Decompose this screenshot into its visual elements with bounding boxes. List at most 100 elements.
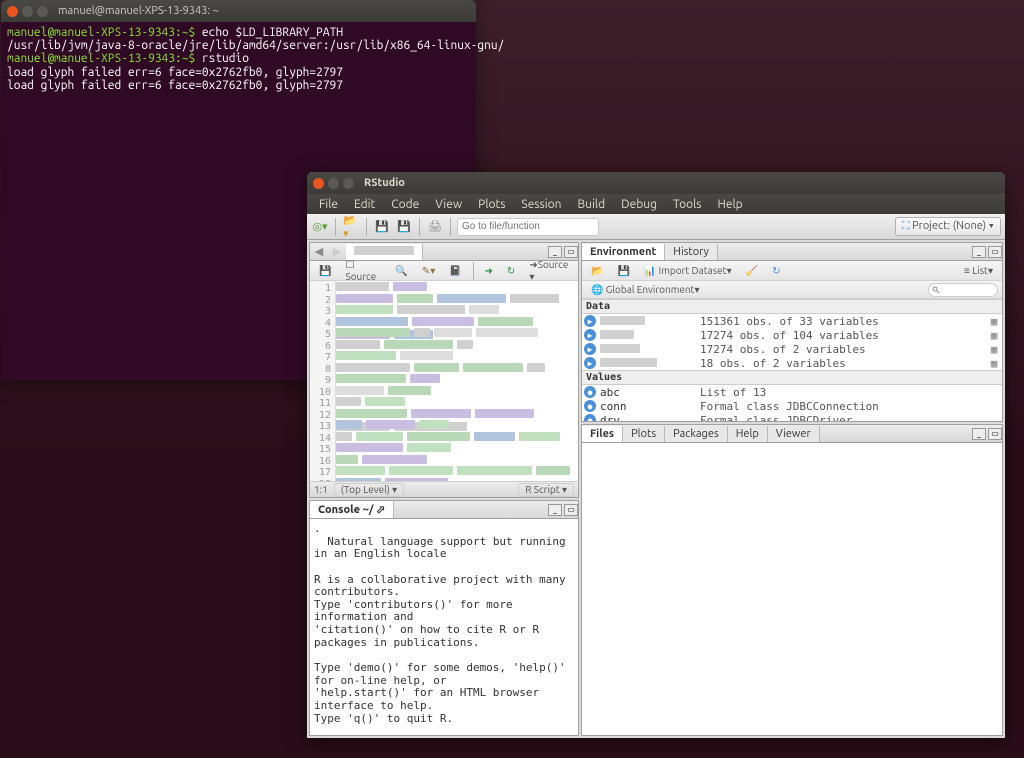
- env-search-input[interactable]: [928, 283, 998, 297]
- menu-code[interactable]: Code: [383, 198, 427, 211]
- menu-help[interactable]: Help: [709, 198, 750, 211]
- console-pane: Console ~/ ⬀ _ ▭ . Natural language supp…: [309, 500, 579, 736]
- list-view-toggle[interactable]: ≡ List▾: [959, 263, 998, 279]
- separator: [366, 218, 367, 236]
- rstudio-title: RStudio: [364, 177, 405, 189]
- rerun-icon[interactable]: ↻: [502, 263, 520, 279]
- print-icon[interactable]: 🖨: [426, 218, 444, 236]
- grid-icon[interactable]: ▦: [988, 357, 1000, 370]
- maximize-pane-icon[interactable]: ▭: [988, 428, 1002, 440]
- terminal-body[interactable]: manuel@manuel-XPS-13-9343:~$ echo $LD_LI…: [1, 22, 476, 96]
- menu-build[interactable]: Build: [570, 198, 614, 211]
- env-section-data: Data: [582, 299, 1002, 314]
- scope-selector[interactable]: 🌐 Global Environment▾: [586, 282, 705, 298]
- console-tabs: Console ~/ ⬀ _ ▭: [310, 501, 578, 519]
- new-file-icon[interactable]: ◎▾: [311, 218, 329, 236]
- terminal-titlebar[interactable]: manuel@manuel-XPS-13-9343: ~: [1, 0, 476, 22]
- editor-toolbar: 💾 ☐ Source 🔍 ✎▾ 📓 ➜ ↻ ➜Source ▾: [310, 261, 578, 281]
- scope-selector[interactable]: (Top Level) ▾: [334, 483, 404, 497]
- nav-back-icon[interactable]: ◀: [310, 243, 328, 261]
- terminal-title: manuel@manuel-XPS-13-9343: ~: [58, 5, 219, 17]
- save-icon[interactable]: 💾: [373, 218, 391, 236]
- files-body[interactable]: [582, 443, 1002, 735]
- environment-pane: Environment History _ ▭ 📂 💾 📊 Import Dat…: [581, 242, 1003, 422]
- maximize-pane-icon[interactable]: ▭: [564, 504, 578, 516]
- files-tabs: Files Plots Packages Help Viewer _ ▭: [582, 425, 1002, 443]
- save-icon[interactable]: 💾: [314, 263, 336, 279]
- refresh-icon[interactable]: ↻: [767, 263, 785, 279]
- minimize-icon[interactable]: [22, 6, 33, 17]
- grid-icon[interactable]: ▦: [988, 315, 1000, 328]
- main-toolbar: ◎▾ 📂▾ 💾 💾 🖨 ⛶ Project: (None) ▾: [307, 214, 1005, 240]
- find-icon[interactable]: 🔍: [390, 263, 412, 279]
- env-row[interactable]: ●connFormal class JDBCConnection: [582, 399, 1002, 413]
- files-pane: Files Plots Packages Help Viewer _ ▭: [581, 424, 1003, 736]
- maximize-pane-icon[interactable]: ▭: [988, 246, 1002, 258]
- env-row[interactable]: ●abcList of 13: [582, 385, 1002, 399]
- minimize-pane-icon[interactable]: _: [548, 504, 562, 516]
- load-workspace-icon[interactable]: 📂: [586, 263, 608, 279]
- menu-tools[interactable]: Tools: [665, 198, 710, 211]
- close-icon[interactable]: [313, 178, 324, 189]
- env-toolbar: 📂 💾 📊 Import Dataset▾ 🧹 ↻ ≡ List▾: [582, 261, 1002, 281]
- env-row[interactable]: ▶17274 obs. of 104 variables▦: [582, 328, 1002, 342]
- source-on-save-toggle[interactable]: ☐ Source: [340, 257, 386, 284]
- tab-history[interactable]: History: [665, 244, 718, 260]
- menu-debug[interactable]: Debug: [613, 198, 665, 211]
- maximize-pane-icon[interactable]: ▭: [564, 246, 578, 258]
- rstudio-window: RStudio File Edit Code View Plots Sessio…: [307, 172, 1005, 738]
- editor-body[interactable]: 12345678910111213141516171819: [310, 281, 578, 481]
- tab-help[interactable]: Help: [728, 426, 768, 442]
- env-tabs: Environment History _ ▭: [582, 243, 1002, 261]
- grid-icon[interactable]: ▦: [988, 329, 1000, 342]
- editor-status: 1:1 (Top Level) ▾ R Script ▾: [310, 481, 578, 497]
- env-row[interactable]: ●drvFormal class JDBCDriver: [582, 413, 1002, 421]
- clear-env-icon[interactable]: 🧹: [741, 263, 763, 279]
- project-selector[interactable]: ⛶ Project: (None) ▾: [895, 217, 1001, 236]
- minimize-pane-icon[interactable]: _: [548, 246, 562, 258]
- env-row[interactable]: ▶17274 obs. of 2 variables▦: [582, 342, 1002, 356]
- menu-view[interactable]: View: [427, 198, 470, 211]
- goto-function-input[interactable]: [457, 218, 599, 236]
- env-row[interactable]: ▶18 obs. of 2 variables▦: [582, 356, 1002, 370]
- rstudio-titlebar[interactable]: RStudio: [307, 172, 1005, 194]
- tab-viewer[interactable]: Viewer: [768, 426, 820, 442]
- menu-file[interactable]: File: [311, 198, 346, 211]
- grid-icon[interactable]: ▦: [988, 343, 1000, 356]
- separator: [335, 218, 336, 236]
- tab-plots[interactable]: Plots: [623, 426, 665, 442]
- run-icon[interactable]: ➜: [480, 263, 498, 279]
- save-workspace-icon[interactable]: 💾: [612, 263, 634, 279]
- env-row[interactable]: ▶151361 obs. of 33 variables▦: [582, 314, 1002, 328]
- cursor-position: 1:1: [314, 484, 328, 495]
- maximize-icon[interactable]: [37, 6, 48, 17]
- minimize-pane-icon[interactable]: _: [972, 246, 986, 258]
- import-dataset-button[interactable]: 📊 Import Dataset▾: [639, 263, 737, 279]
- env-body: Data ▶151361 obs. of 33 variables▦▶17274…: [582, 299, 1002, 421]
- filetype-selector[interactable]: R Script ▾: [518, 483, 574, 497]
- tab-console[interactable]: Console ~/ ⬀: [310, 501, 394, 518]
- save-all-icon[interactable]: 💾: [395, 218, 413, 236]
- separator: [450, 218, 451, 236]
- menu-session[interactable]: Session: [513, 198, 569, 211]
- open-folder-icon[interactable]: 📂▾: [342, 218, 360, 236]
- compile-icon[interactable]: 📓: [444, 263, 466, 279]
- menu-plots[interactable]: Plots: [470, 198, 513, 211]
- minimize-pane-icon[interactable]: _: [972, 428, 986, 440]
- close-icon[interactable]: [7, 6, 18, 17]
- menu-edit[interactable]: Edit: [346, 198, 383, 211]
- minimize-icon[interactable]: [328, 178, 339, 189]
- separator: [473, 262, 474, 280]
- separator: [419, 218, 420, 236]
- env-section-values: Values: [582, 370, 1002, 385]
- maximize-icon[interactable]: [343, 178, 354, 189]
- tab-packages[interactable]: Packages: [665, 426, 728, 442]
- console-body[interactable]: . Natural language support but running i…: [310, 519, 578, 735]
- line-gutter: 12345678910111213141516171819: [310, 281, 336, 481]
- tab-environment[interactable]: Environment: [582, 244, 665, 260]
- source-editor-pane: ◀ ▶ _ ▭ 💾 ☐ Source 🔍 ✎▾ 📓 ➜ ↻: [309, 242, 579, 498]
- env-scope-bar: 🌐 Global Environment▾: [582, 281, 1002, 299]
- menubar: File Edit Code View Plots Session Build …: [307, 194, 1005, 214]
- tab-files[interactable]: Files: [582, 426, 623, 442]
- wand-icon[interactable]: ✎▾: [417, 263, 440, 279]
